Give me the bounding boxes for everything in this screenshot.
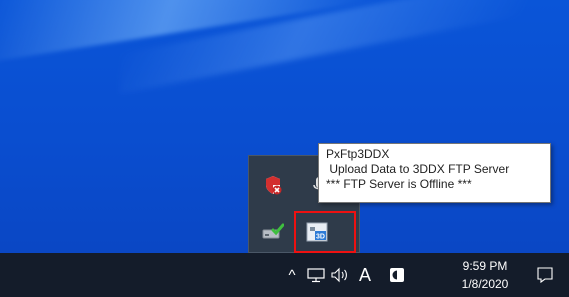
- clock-time: 9:59 PM: [462, 259, 508, 273]
- tooltip-title: PxFtp3DDX: [326, 147, 390, 161]
- app-tooltip: PxFtp3DDX Upload Data to 3DDX FTP Server…: [318, 143, 551, 203]
- network-icon[interactable]: [304, 253, 328, 297]
- action-center-button[interactable]: [530, 253, 560, 297]
- notification-icon: [537, 267, 553, 284]
- drive-check-icon[interactable]: [259, 218, 287, 246]
- app-icon-highlight-box: [294, 211, 356, 253]
- show-hidden-icons-button[interactable]: ^: [280, 253, 304, 297]
- chevron-up-icon: ^: [288, 266, 296, 284]
- input-indicator[interactable]: A: [352, 253, 378, 297]
- app-tray-icon[interactable]: [385, 253, 409, 297]
- tooltip-line-1: Upload Data to 3DDX FTP Server: [326, 162, 510, 176]
- shield-x-icon[interactable]: [259, 171, 287, 199]
- taskbar-clock[interactable]: 9:59 PM 1/8/2020: [447, 257, 523, 293]
- taskbar: ^ A 9:59 PM 1/8/2020: [0, 253, 569, 297]
- tooltip-line-2: *** FTP Server is Offline ***: [326, 177, 472, 191]
- input-indicator-label: A: [358, 264, 371, 285]
- volume-icon[interactable]: [328, 253, 352, 297]
- clock-date: 1/8/2020: [461, 277, 509, 291]
